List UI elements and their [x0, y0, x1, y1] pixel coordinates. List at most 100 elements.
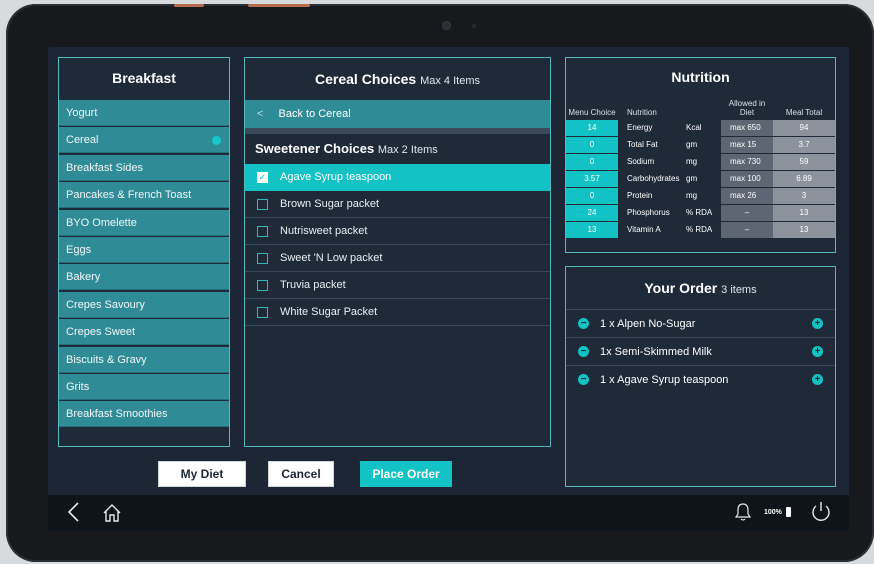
cereal-title-text: Cereal Choices [315, 71, 417, 87]
cereal-title: Cereal Choices Max 4 Items [245, 58, 550, 100]
allowed-value: – [721, 222, 773, 238]
nutrition-row: 24 Phosphorus% RDA –13 [566, 205, 835, 221]
bell-icon[interactable] [734, 502, 752, 527]
back-to-cereal-button[interactable]: < Back to Cereal [245, 100, 550, 134]
sweetener-list: ✓ Agave Syrup teaspoon Brown Sugar packet N… [245, 164, 550, 326]
category-item[interactable]: Crepes Savoury [59, 291, 229, 318]
order-item: −1x Semi-Skimmed Milk + [566, 337, 835, 365]
allowed-value: max 26 [721, 188, 773, 204]
checkbox-icon[interactable] [257, 279, 268, 291]
category-item[interactable]: Breakfast Sides [59, 154, 229, 181]
category-label: Breakfast Sides [66, 161, 144, 174]
allowed-value: max 650 [721, 120, 773, 136]
checkbox-icon[interactable] [257, 306, 268, 318]
category-label: Biscuits & Gravy [66, 353, 147, 366]
order-item-label: 1 x Alpen No-Sugar [600, 317, 696, 330]
menu-choice-value: 13 [566, 222, 618, 238]
plus-icon[interactable]: + [812, 374, 823, 385]
category-label: Pancakes & French Toast [66, 189, 192, 202]
category-label: BYO Omelette [66, 216, 137, 229]
nutrient-name: Vitamin A [618, 222, 680, 238]
nutrient-name: Protein [618, 188, 680, 204]
screen: Breakfast Yogurt Cereal Breakfast Sides Pan… [48, 47, 849, 531]
minus-icon[interactable]: − [578, 374, 589, 385]
cereal-panel: Cereal Choices Max 4 Items < Back to Cer… [244, 57, 551, 447]
nutrient-unit: % RDA [680, 205, 721, 221]
battery-status: 100% [764, 507, 791, 517]
order-count: 3 items [721, 284, 757, 296]
minus-icon[interactable]: − [578, 318, 589, 329]
sweetener-choice[interactable]: ✓ Agave Syrup teaspoon [245, 164, 550, 191]
meal-total-value: 3 [773, 188, 835, 204]
volume-button [174, 4, 204, 7]
category-item[interactable]: Bakery [59, 264, 229, 291]
sweetener-choice[interactable]: Truvia packet [245, 272, 550, 299]
header-allowed: Allowed in Diet [728, 99, 766, 117]
category-item[interactable]: Pancakes & French Toast [59, 182, 229, 209]
nutrient-unit: % RDA [680, 222, 721, 238]
choice-label: Brown Sugar packet [280, 197, 380, 210]
sensor [472, 24, 476, 28]
nutrition-row: 13 Vitamin A% RDA –13 [566, 222, 835, 238]
nutrient-unit: gm [680, 171, 721, 187]
camera [442, 21, 451, 30]
menu-choice-value: 0 [566, 188, 618, 204]
choice-label: Agave Syrup teaspoon [280, 170, 392, 183]
power-icon[interactable] [809, 500, 833, 529]
nutrition-row: 0 Total Fat gm max 15 3.7 [566, 137, 835, 153]
category-label: Cereal [66, 134, 99, 147]
checkbox-icon[interactable] [257, 225, 268, 237]
category-item[interactable]: BYO Omelette [59, 209, 229, 236]
category-item[interactable]: Yogurt [59, 100, 229, 126]
menu-choice-value: 0 [566, 154, 618, 170]
nutrition-title: Nutrition [671, 69, 730, 85]
nutrient-name: Phosphorus [618, 205, 680, 221]
category-label: Bakery [66, 271, 101, 284]
category-item[interactable]: Eggs [59, 236, 229, 263]
category-label: Crepes Savoury [66, 298, 145, 311]
sweetener-choice[interactable]: White Sugar Packet [245, 299, 550, 326]
menu-choice-value: 0 [566, 137, 618, 153]
category-label: Crepes Sweet [66, 326, 136, 339]
order-item: −1 x Alpen No-Sugar + [566, 309, 835, 337]
back-icon[interactable] [66, 501, 80, 527]
category-item[interactable]: Biscuits & Gravy [59, 346, 229, 373]
cereal-subtitle: Max 4 Items [420, 75, 480, 87]
my-diet-button[interactable]: My Diet [158, 461, 246, 487]
category-label: Yogurt [66, 107, 98, 119]
tablet-frame: Breakfast Yogurt Cereal Breakfast Sides Pan… [6, 4, 874, 562]
plus-icon[interactable]: + [812, 318, 823, 329]
order-panel: Your Order 3 items −1 x Alpen No-Sugar + −… [565, 266, 836, 487]
minus-icon[interactable]: − [578, 346, 589, 357]
header-nutrition: Nutrition [627, 108, 657, 117]
place-order-button[interactable]: Place Order [360, 461, 452, 487]
plus-icon[interactable]: + [812, 346, 823, 357]
nutrient-unit: mg [680, 154, 721, 170]
category-item[interactable]: Grits [59, 373, 229, 400]
order-item-label: 1x Semi-Skimmed Milk [600, 345, 712, 358]
header-meal-total: Meal Total [785, 108, 823, 117]
sweetener-choice[interactable]: Sweet 'N Low packet [245, 245, 550, 272]
nutrient-name: Sodium [618, 154, 680, 170]
allowed-value: max 100 [721, 171, 773, 187]
checkbox-icon[interactable] [257, 198, 268, 210]
category-item[interactable]: Breakfast Smoothies [59, 401, 229, 428]
cancel-button[interactable]: Cancel [268, 461, 334, 487]
category-label: Eggs [66, 243, 92, 256]
category-item[interactable]: Cereal [59, 127, 229, 154]
order-item-label: 1 x Agave Syrup teaspoon [600, 373, 729, 386]
home-icon[interactable] [102, 503, 122, 528]
nutrition-row: 3.57 Carbohydrates gm max 100 6.89 [566, 171, 835, 187]
category-label: Breakfast Smoothies [66, 408, 168, 421]
checkbox-icon[interactable] [257, 252, 268, 264]
menu-choice-value: 24 [566, 205, 618, 221]
meal-total-value: 94 [773, 120, 835, 136]
sweetener-choice[interactable]: Brown Sugar packet [245, 191, 550, 218]
order-title: Your Order 3 items [566, 267, 835, 309]
checkbox-checked-icon[interactable]: ✓ [257, 171, 268, 183]
category-item[interactable]: Crepes Sweet [59, 319, 229, 346]
sweetener-choice[interactable]: Nutrisweet packet [245, 218, 550, 245]
meal-total-value: 13 [773, 205, 835, 221]
order-item: −1 x Agave Syrup teaspoon + [566, 365, 835, 393]
nutrition-row: 0 Protein mg max 26 3 [566, 188, 835, 204]
